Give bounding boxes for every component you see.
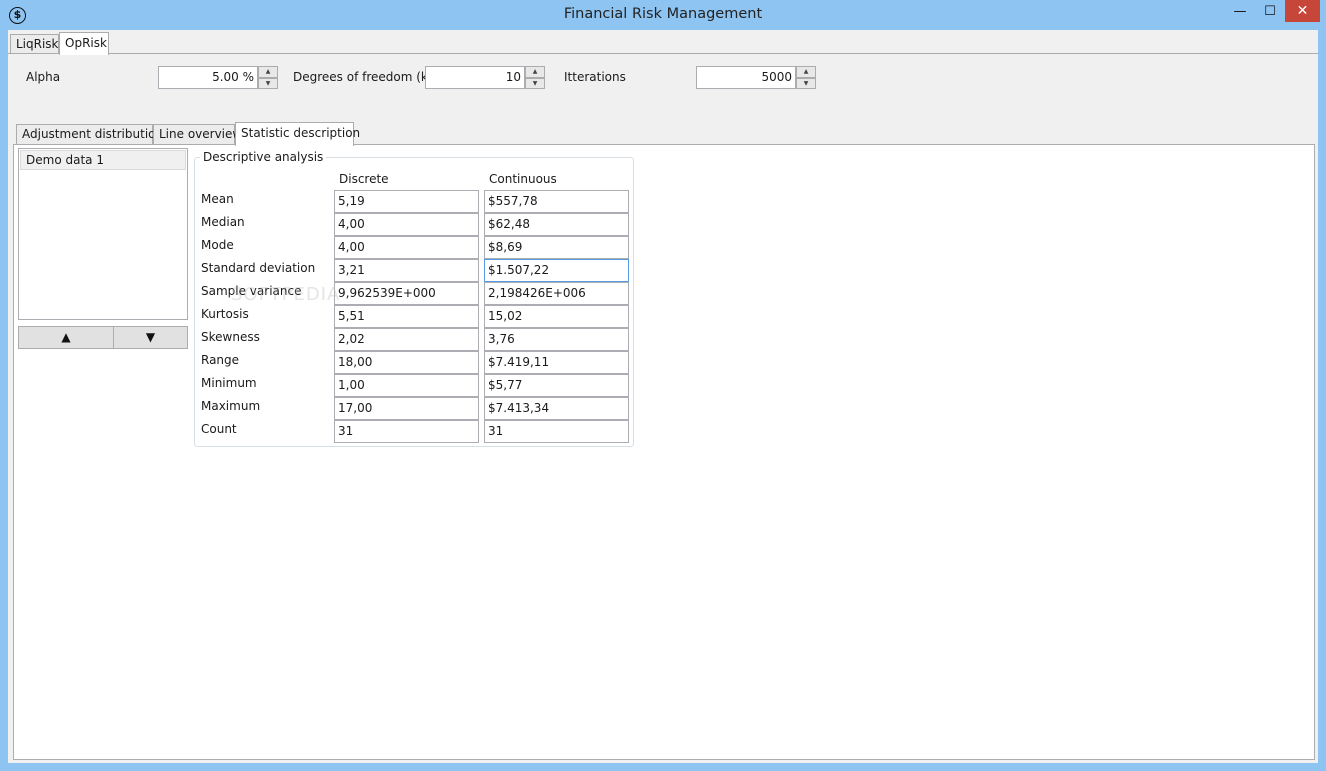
continuous-value-cell[interactable]: $5,77 (484, 374, 629, 397)
iterations-increment-icon[interactable]: ▲ (796, 66, 816, 78)
row-label: Sample variance (201, 284, 302, 298)
group-title: Descriptive analysis (200, 150, 327, 164)
maximize-button[interactable]: ☐ (1255, 2, 1285, 24)
discrete-value-cell[interactable]: 5,51 (334, 305, 479, 328)
alpha-spin-buttons: ▲ ▼ (258, 66, 278, 89)
row-label: Count (201, 422, 237, 436)
continuous-value-cell[interactable]: 15,02 (484, 305, 629, 328)
discrete-value-cell[interactable]: 31 (334, 420, 479, 443)
row-label: Maximum (201, 399, 261, 413)
discrete-value-cell[interactable]: 2,02 (334, 328, 479, 351)
dof-stepper: 10 ▲ ▼ (425, 66, 545, 89)
dof-label: Degrees of freedom (k) (293, 70, 433, 84)
alpha-stepper: 5.00 % ▲ ▼ (158, 66, 278, 89)
iterations-spin-buttons: ▲ ▼ (796, 66, 816, 89)
window-title: Financial Risk Management (563, 6, 763, 22)
continuous-value-cell[interactable]: $7.413,34 (484, 397, 629, 420)
continuous-value-cell[interactable]: 31 (484, 420, 629, 443)
iterations-label: Itterations (564, 70, 626, 84)
continuous-value-cell[interactable]: 2,198426E+006 (484, 282, 629, 305)
tab-liqrisk[interactable]: LiqRisk (10, 34, 59, 54)
close-button[interactable]: ✕ (1285, 0, 1320, 22)
discrete-value-cell[interactable]: 4,00 (334, 213, 479, 236)
statistic-description-panel: Demo data 1 ▲ ▼ Descriptive analysis Dis… (13, 144, 1315, 760)
discrete-value-cell[interactable]: 3,21 (334, 259, 479, 282)
dof-decrement-icon[interactable]: ▼ (525, 77, 545, 89)
discrete-value-cell[interactable]: 1,00 (334, 374, 479, 397)
row-label: Kurtosis (201, 307, 249, 321)
minimize-button[interactable]: — (1225, 2, 1255, 24)
client-area: LiqRisk OpRisk Alpha 5.00 % ▲ ▼ Degrees … (8, 30, 1318, 763)
row-label: Skewness (201, 330, 260, 344)
dataset-listbox[interactable]: Demo data 1 (18, 148, 188, 320)
discrete-value-cell[interactable]: 9,962539E+000 (334, 282, 479, 305)
alpha-label: Alpha (26, 70, 61, 84)
row-label: Minimum (201, 376, 257, 390)
row-label: Mean (201, 192, 234, 206)
tab-adjustment-distribution[interactable]: Adjustment distribution (16, 124, 163, 145)
dof-increment-icon[interactable]: ▲ (525, 66, 545, 78)
app-window: $ Financial Risk Management — ☐ ✕ LiqRis… (0, 0, 1326, 771)
alpha-increment-icon[interactable]: ▲ (258, 66, 278, 78)
discrete-value-cell[interactable]: 17,00 (334, 397, 479, 420)
row-label: Median (201, 215, 245, 229)
iterations-decrement-icon[interactable]: ▼ (796, 77, 816, 89)
iterations-stepper: 5000 ▲ ▼ (696, 66, 816, 89)
continuous-value-cell[interactable]: $7.419,11 (484, 351, 629, 374)
column-header-discrete: Discrete (339, 172, 389, 186)
column-header-continuous: Continuous (489, 172, 557, 186)
continuous-value-cell[interactable]: 3,76 (484, 328, 629, 351)
continuous-value-cell[interactable]: $62,48 (484, 213, 629, 236)
list-item[interactable]: Demo data 1 (20, 150, 186, 170)
tab-line-overview[interactable]: Line overview (153, 124, 242, 145)
iterations-input[interactable]: 5000 (696, 66, 796, 89)
title-bar[interactable]: $ Financial Risk Management — ☐ ✕ (0, 0, 1326, 30)
continuous-value-cell[interactable]: $8,69 (484, 236, 629, 259)
alpha-input[interactable]: 5.00 % (158, 66, 258, 89)
move-down-button[interactable]: ▼ (113, 326, 188, 349)
discrete-value-cell[interactable]: 5,19 (334, 190, 479, 213)
discrete-value-cell[interactable]: 4,00 (334, 236, 479, 259)
discrete-value-cell[interactable]: 18,00 (334, 351, 479, 374)
alpha-decrement-icon[interactable]: ▼ (258, 77, 278, 89)
tab-oprisk[interactable]: OpRisk (59, 32, 109, 55)
move-up-button[interactable]: ▲ (18, 326, 114, 349)
triangle-up-icon: ▲ (61, 330, 71, 344)
triangle-down-icon: ▼ (145, 330, 156, 344)
row-label: Range (201, 353, 240, 367)
oprisk-panel: Alpha 5.00 % ▲ ▼ Degrees of freedom (k) … (8, 53, 1318, 763)
row-label: Mode (201, 238, 234, 252)
dof-spin-buttons: ▲ ▼ (525, 66, 545, 89)
descriptive-analysis-group: Descriptive analysis Discrete Continuous… (194, 150, 634, 447)
dof-input[interactable]: 10 (425, 66, 525, 89)
row-label: Standard deviation (201, 261, 316, 275)
continuous-value-cell[interactable]: $557,78 (484, 190, 629, 213)
tab-statistic-description[interactable]: Statistic description (235, 122, 360, 146)
continuous-value-cell[interactable]: $1.507,22 (484, 259, 629, 282)
